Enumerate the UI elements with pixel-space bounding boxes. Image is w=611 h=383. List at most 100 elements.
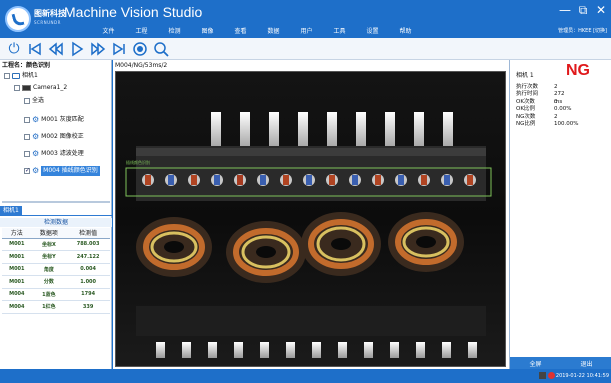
stat-key: NG比例 [516,121,536,128]
record-icon[interactable] [132,41,148,57]
roi-label: 插线颜色识别 [126,159,150,165]
table-row: M004 1蓝色 1794 [2,288,110,301]
result-status: NG [566,62,590,79]
table-row: M001 坐标X 788.003 [2,238,110,251]
play-icon[interactable] [69,41,85,57]
menu-detect[interactable]: 检测 [158,26,191,38]
stat-value: 2 [554,113,558,120]
status-icons [539,372,555,379]
power-icon[interactable]: ⏻ [6,41,22,57]
gear-icon: ⚙ [32,132,40,141]
table-cell: M004 [2,288,32,301]
tab-camera-1[interactable]: 相机1 [0,206,22,216]
menu-bar: 文件 工程 检测 图像 查看 数据 用户 工具 设置 帮助 [92,26,422,38]
table-cell: 0.004 [66,263,110,276]
table-cell: 角度 [31,263,67,276]
tree-select-all-label: 全选 [32,97,45,104]
table-cell: 分数 [31,275,67,289]
company-logo-icon [5,6,31,32]
zoom-icon[interactable] [153,41,169,57]
result-camera-label: 相机 1 [516,72,534,79]
last-icon[interactable] [111,41,127,57]
camera-tabs: 相机1 [0,206,112,216]
stat-key: OK次数 [516,98,535,105]
image-result-label: M004/NG/53ms/2 [115,62,168,69]
close-icon[interactable]: ✕ [595,3,607,18]
detect-data-title: 检测数据 [0,218,112,227]
menu-user[interactable]: 用户 [290,26,323,38]
user-info[interactable]: 管理员：HKEE [切换] [558,27,607,34]
left-panel: 工程名：颜色识别 相机1 Camera1_2 全选 ⚙ M001 灰度匹配 ⚙ … [0,60,112,369]
table-row: M004 1红色 339 [2,300,110,314]
menu-file[interactable]: 文件 [92,26,125,38]
inspection-image-render: 插线颜色识别 [116,72,505,366]
table-row: M001 分数 1.000 [2,275,110,289]
table-cell: 坐标X [31,238,67,251]
stat-key: 执行时间 [516,91,539,98]
gear-icon: ⚙ [32,149,40,158]
menu-data[interactable]: 数据 [257,26,290,38]
table-cell: M001 [2,275,32,289]
select-all-checkbox[interactable] [24,98,30,104]
table-row: M001 坐标Y 247.122 [2,250,110,264]
tree-module-m001[interactable]: ⚙ M001 灰度匹配 [24,115,84,125]
table-cell: M004 [2,300,32,314]
table-cell: 1红色 [31,300,67,314]
module-label: M002 图像校正 [41,133,84,140]
tree-camera-child[interactable]: Camera1_2 [14,83,67,93]
tree-select-all[interactable]: 全选 [24,96,44,106]
stat-value: 100.00% [554,121,579,128]
result-stats: 执行次数 2 执行时间 272 ms OK次数 0 OK比例 0.00% NG次数 2 N… [516,84,578,128]
image-view-panel: M004/NG/53ms/2 插线颜色识别 [113,60,509,369]
fullscreen-button[interactable]: 全屏 [529,359,541,368]
camera-child-checkbox[interactable] [14,85,20,91]
minimize-icon[interactable]: — [559,3,571,18]
module-checkbox[interactable] [24,117,30,123]
module-checkbox[interactable] [24,151,30,157]
menu-view[interactable]: 查看 [224,26,257,38]
camera-icon [12,73,20,79]
menu-settings[interactable]: 设置 [356,26,389,38]
tree-module-m004[interactable]: ⚙ M004 插线颜色识别 [24,166,100,176]
stat-key: OK比例 [516,106,535,113]
next-icon[interactable] [90,41,106,57]
column-header-value: 检测值 [66,228,110,239]
stat-value: 0.00% [554,106,572,113]
table-cell: 坐标Y [31,250,67,264]
camera-root-checkbox[interactable] [4,73,10,79]
first-icon[interactable] [27,41,43,57]
module-checkbox-checked[interactable] [24,166,30,176]
right-footer: 全屏 退出 [510,357,611,369]
tree-module-m003[interactable]: ⚙ M003 滤波处理 [24,149,84,159]
restore-icon[interactable]: ⧉ [577,3,589,18]
tree-camera-root-label: 相机1 [22,72,38,79]
exit-button[interactable]: 退出 [580,359,592,368]
stat-value: 0 [554,98,558,105]
menu-help[interactable]: 帮助 [389,26,422,38]
stat-row: NG比例 100.00% [516,121,578,128]
tree-camera-root[interactable]: 相机1 [4,71,38,81]
table-cell: 788.003 [66,238,110,251]
company-subname: SCRNUNDR [34,20,61,25]
prev-icon[interactable] [48,41,64,57]
stat-value: 2 [554,84,558,90]
table-cell: 1.000 [66,275,110,289]
detect-data-table: 方法 数据项 检测值 M001 坐标X 788.003 M001 坐标Y 247… [2,228,110,314]
gear-icon: ⚙ [32,166,40,175]
table-cell: 247.122 [66,250,110,264]
module-tree: 相机1 Camera1_2 全选 ⚙ M001 灰度匹配 ⚙ M002 图像校正 [0,69,111,205]
menu-image[interactable]: 图像 [191,26,224,38]
panel-splitter[interactable] [2,201,110,203]
stat-key: 执行次数 [516,84,539,90]
table-header-row: 方法 数据项 检测值 [2,228,110,239]
status-datetime: 2019-01-22 10:41:59 [555,373,609,379]
table-row: M001 角度 0.004 [2,263,110,276]
tree-module-m002[interactable]: ⚙ M002 图像校正 [24,132,84,142]
menu-tools[interactable]: 工具 [323,26,356,38]
table-cell: M001 [2,263,32,276]
module-label-selected: M004 插线颜色识别 [41,166,100,176]
menu-project[interactable]: 工程 [125,26,158,38]
inspection-image[interactable]: 插线颜色识别 [115,71,506,367]
module-checkbox[interactable] [24,134,30,140]
column-header-method: 方法 [2,228,32,239]
